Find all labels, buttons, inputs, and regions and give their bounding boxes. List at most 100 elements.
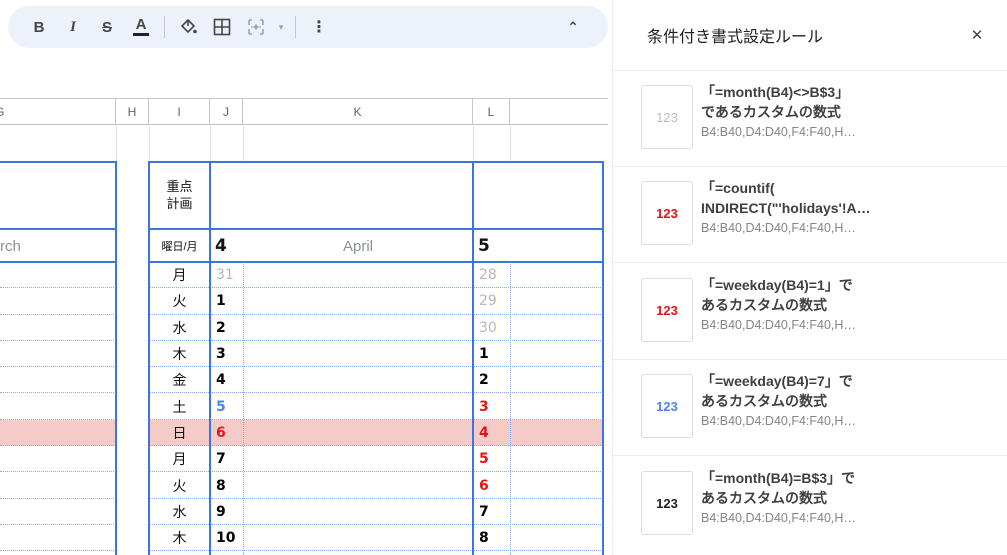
- weekday-cell[interactable]: 土: [149, 393, 210, 419]
- april-day-cell[interactable]: 10: [210, 525, 243, 551]
- column-header-m[interactable]: [510, 99, 608, 124]
- panel-header: 条件付き書式設定ルール ✕: [613, 0, 1007, 71]
- spreadsheet-area: G H I J K L rch 重点計画 曜日/月 4 April 5 月 31…: [0, 55, 612, 555]
- april-day-cell[interactable]: 6: [210, 420, 243, 446]
- may-day-cell[interactable]: 4: [473, 420, 510, 446]
- april-day-cell[interactable]: 8: [210, 472, 243, 498]
- focus-plan-cell[interactable]: 重点計画: [149, 163, 210, 228]
- weekday-cell[interactable]: 水: [149, 499, 210, 525]
- april-name-cell[interactable]: April: [243, 230, 473, 262]
- column-header-row: G H I J K L: [0, 98, 608, 125]
- merge-dropdown-arrow[interactable]: ▾: [273, 12, 289, 42]
- rule-preview: 123: [641, 471, 693, 535]
- column-header-j[interactable]: J: [210, 99, 243, 124]
- column-header-k[interactable]: K: [243, 99, 473, 124]
- row-band-left[interactable]: [0, 367, 116, 393]
- more-options-button[interactable]: ⋮: [302, 12, 336, 42]
- calendar-row: 月 7 5: [0, 446, 608, 472]
- march-label-cell[interactable]: rch: [0, 230, 30, 262]
- may-day-cell[interactable]: 3: [473, 393, 510, 419]
- italic-button[interactable]: I: [56, 12, 90, 42]
- april-day-cell[interactable]: 2: [210, 315, 243, 341]
- rule-preview: 123: [641, 85, 693, 149]
- text-color-button[interactable]: A: [124, 12, 158, 42]
- weekday-cell[interactable]: 木: [149, 525, 210, 551]
- gridline: [473, 126, 474, 161]
- weekday-cell[interactable]: 金: [149, 367, 210, 393]
- rule-description: 「=month(B4)=B$3」で あるカスタムの数式 B4:B40,D4:D4…: [701, 468, 991, 525]
- row-band-left[interactable]: [0, 288, 116, 314]
- may-day-cell[interactable]: 2: [473, 367, 510, 393]
- rule-description: 「=countif( INDIRECT("'holidays'!A… B4:B4…: [701, 178, 991, 235]
- april-day-cell[interactable]: 9: [210, 499, 243, 525]
- april-day-cell[interactable]: 4: [210, 367, 243, 393]
- gridline: [149, 126, 150, 161]
- calendar-row: 火 8 6: [0, 472, 608, 498]
- gridline: [510, 126, 511, 161]
- may-day-cell[interactable]: 28: [473, 262, 510, 288]
- may-day-cell[interactable]: 29: [473, 288, 510, 314]
- april-day-cell[interactable]: 5: [210, 393, 243, 419]
- row-band-left[interactable]: [0, 262, 116, 288]
- format-rule-item[interactable]: 123 「=weekday(B4)=7」で あるカスタムの数式 B4:B40,D…: [613, 360, 1007, 456]
- weekday-cell[interactable]: 水: [149, 315, 210, 341]
- fill-color-icon[interactable]: [171, 12, 205, 42]
- row-band-left[interactable]: [0, 393, 116, 419]
- column-header-l[interactable]: L: [473, 99, 510, 124]
- text-color-letter: A: [136, 18, 147, 32]
- weekday-cell[interactable]: 月: [149, 262, 210, 288]
- row-band-left[interactable]: [0, 420, 116, 446]
- weekday-cell[interactable]: 火: [149, 472, 210, 498]
- calendar-row: 水 2 30: [0, 315, 608, 341]
- may-day-cell[interactable]: 6: [473, 472, 510, 498]
- format-rule-item[interactable]: 123 「=month(B4)<>B$3」 であるカスタムの数式 B4:B40,…: [613, 71, 1007, 167]
- row-band-left[interactable]: [0, 499, 116, 525]
- may-day-cell[interactable]: 5: [473, 446, 510, 472]
- row-band-left[interactable]: [0, 315, 116, 341]
- toolbar-divider: [164, 16, 165, 38]
- bold-button[interactable]: B: [22, 12, 56, 42]
- column-header-h[interactable]: H: [116, 99, 149, 124]
- calendar-row: 金 4 2: [0, 367, 608, 393]
- column-header-g[interactable]: G: [0, 99, 116, 124]
- rule-range: B4:B40,D4:D40,F4:F40,H…: [701, 414, 991, 428]
- april-day-cell[interactable]: 1: [210, 288, 243, 314]
- may-day-cell[interactable]: 30: [473, 315, 510, 341]
- row-band-left[interactable]: [0, 472, 116, 498]
- may-day-cell[interactable]: 7: [473, 499, 510, 525]
- column-header-i[interactable]: I: [149, 99, 210, 124]
- strikethrough-button[interactable]: S: [90, 12, 124, 42]
- april-day-cell[interactable]: 7: [210, 446, 243, 472]
- april-day-cell[interactable]: 31: [210, 262, 243, 288]
- row-band-left[interactable]: [0, 341, 116, 367]
- row-band-left[interactable]: [0, 525, 116, 551]
- table-border: [0, 161, 116, 163]
- borders-button[interactable]: [205, 12, 239, 42]
- rule-range: B4:B40,D4:D40,F4:F40,H…: [701, 511, 991, 525]
- table-border: [602, 161, 604, 555]
- table-gridline: [243, 262, 244, 555]
- row-band-left[interactable]: [0, 446, 116, 472]
- april-number-cell[interactable]: 4: [210, 230, 243, 262]
- weekday-month-header-cell[interactable]: 曜日/月: [149, 230, 210, 262]
- weekday-cell[interactable]: 月: [149, 446, 210, 472]
- weekday-cell[interactable]: 木: [149, 341, 210, 367]
- may-number-cell[interactable]: 5: [473, 230, 510, 262]
- may-day-cell[interactable]: 8: [473, 525, 510, 551]
- borders-grid-icon: [213, 18, 231, 36]
- format-rule-item[interactable]: 123 「=month(B4)=B$3」で あるカスタムの数式 B4:B40,D…: [613, 457, 1007, 553]
- may-day-cell[interactable]: 1: [473, 341, 510, 367]
- calendar-row: 月 31 28: [0, 262, 608, 288]
- april-day-cell[interactable]: 3: [210, 341, 243, 367]
- text-color-bar: [133, 33, 149, 36]
- calendar-row: 火 1 29: [0, 288, 608, 314]
- paint-bucket-icon: [179, 18, 198, 37]
- collapse-toolbar-button[interactable]: ⌃: [556, 12, 590, 42]
- panel-title: 条件付き書式設定ルール: [647, 23, 823, 47]
- close-icon[interactable]: ✕: [963, 21, 991, 49]
- gridline: [243, 126, 244, 161]
- weekday-cell[interactable]: 火: [149, 288, 210, 314]
- format-rule-item[interactable]: 123 「=weekday(B4)=1」で あるカスタムの数式 B4:B40,D…: [613, 264, 1007, 360]
- weekday-cell[interactable]: 日: [149, 420, 210, 446]
- format-rule-item[interactable]: 123 「=countif( INDIRECT("'holidays'!A… B…: [613, 167, 1007, 263]
